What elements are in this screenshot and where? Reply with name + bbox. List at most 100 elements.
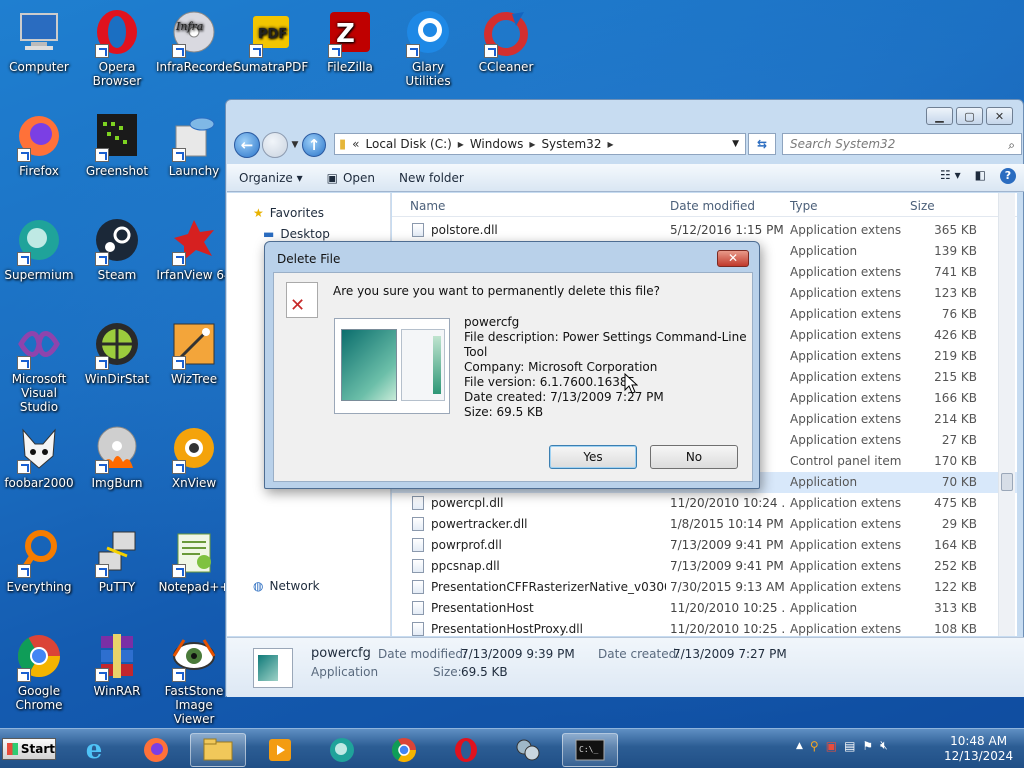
nav-favorites[interactable]: ★ Favorites [253,206,324,220]
desktop-icon-irfanview[interactable]: IrfanView 64 [156,216,232,282]
column-size[interactable]: Size [910,199,935,213]
desktop-icon-xnview[interactable]: XnView [156,424,232,490]
file-size: 76 KB [941,307,977,321]
file-row[interactable]: PresentationHostProxy.dll 11/20/2010 10:2… [392,619,1017,636]
desktop-icon-glary[interactable]: Glary Utilities [390,8,466,88]
view-options-icon[interactable]: ☷ ▾ [940,168,961,184]
taskbar-media-player[interactable] [252,733,308,767]
desktop-icon-filezilla[interactable]: Z FileZilla [312,8,388,74]
taskbar-explorer[interactable] [190,733,246,767]
file-size: 122 KB [934,580,977,594]
desktop-icon-computer[interactable]: Computer [1,8,77,74]
file-row[interactable]: powertracker.dll 1/8/2015 10:14 PM Applica… [392,514,1017,535]
nav-desktop[interactable]: ▬ Desktop [263,227,330,241]
file-row[interactable]: powrprof.dll 7/13/2009 9:41 PM Application… [392,535,1017,556]
desktop-icon-imgburn[interactable]: ImgBurn [79,424,155,490]
desktop-icon-greenshot[interactable]: Greenshot [79,112,155,178]
file-row[interactable]: PresentationCFFRasterizerNative_v0300.dl… [392,577,1017,598]
help-icon[interactable]: ? [1000,168,1016,184]
forward-button[interactable] [262,132,288,158]
desktop-icon-wiztree[interactable]: WizTree [156,320,232,386]
start-button[interactable]: Start [2,738,56,760]
desktop-icon-visual-studio[interactable]: Microsoft Visual Studio [1,320,77,414]
desktop-icon-sumatrapdf[interactable]: PDF SumatraPDF [233,8,309,74]
file-info-name: powercfg [464,315,520,329]
file-row[interactable]: PresentationHost 11/20/2010 10:25 ... Appl… [392,598,1017,619]
vertical-scrollbar[interactable] [998,193,1015,636]
breadcrumb-windows[interactable]: Windows [470,137,524,151]
system-clock[interactable]: 10:48 AM 12/13/2024 [944,734,1013,764]
close-window-button[interactable]: ✕ [986,107,1013,125]
taskbar-opera[interactable] [438,733,494,767]
taskbar-chrome[interactable] [376,733,432,767]
address-dropdown[interactable]: ▼ [732,139,739,149]
breadcrumb-local-disk[interactable]: Local Disk (C:) [366,137,452,151]
desktop-icon-notepadpp[interactable]: Notepad++ [156,528,232,594]
taskbar-network-app[interactable] [500,733,556,767]
taskbar-ie[interactable]: e [66,733,122,767]
column-type[interactable]: Type [790,199,818,213]
file-row[interactable]: polstore.dll 5/12/2016 1:15 PM Application… [392,220,1017,241]
desktop-icon-putty[interactable]: PuTTY [79,528,155,594]
column-name[interactable]: Name [410,199,445,213]
chrome-icon [15,632,63,682]
desktop-icon-firefox[interactable]: Firefox [1,112,77,178]
search-input[interactable]: Search System32 ⌕ [782,133,1022,155]
file-row[interactable]: ppcsnap.dll 7/13/2009 9:41 PM Application … [392,556,1017,577]
desktop-icon-opera[interactable]: Opera Browser [79,8,155,88]
taskbar-supermium[interactable] [314,733,370,767]
up-button[interactable]: ↑ [302,133,326,157]
desktop-icon-launchy[interactable]: Launchy [156,112,232,178]
breadcrumb-overflow[interactable]: « [352,137,359,151]
computer-icon [15,8,63,56]
chevron-right-icon[interactable]: ▸ [458,137,464,151]
breadcrumb-system32[interactable]: System32 [541,137,601,151]
chevron-right-icon[interactable]: ▸ [529,137,535,151]
desktop-icon-everything[interactable]: Everything [1,528,77,594]
back-button[interactable]: ← [234,132,260,158]
organize-button[interactable]: Organize ▾ [227,171,315,185]
minimize-button[interactable]: ▁ [926,107,953,125]
new-folder-button[interactable]: New folder [387,171,476,185]
desktop-icon-supermium[interactable]: Supermium [1,216,77,282]
chevron-right-icon[interactable]: ▸ [607,137,613,151]
security-icon[interactable]: ▣ [826,739,837,753]
taskbar-command-prompt[interactable]: C:\_ [562,733,618,767]
preview-pane-icon[interactable]: ◧ [975,168,986,184]
file-type: Application extens... [790,433,902,447]
nav-network[interactable]: ◍ Network [253,579,320,593]
maximize-button[interactable]: ▢ [956,107,983,125]
no-button[interactable]: No [650,445,738,469]
file-name: PresentationCFFRasterizerNative_v0300.dl… [431,580,666,594]
file-row[interactable]: powercpl.dll 11/20/2010 10:24 ... Applicat… [392,493,1017,514]
file-name: powercpl.dll [431,496,504,510]
recent-pages-dropdown[interactable]: ▼ [288,140,302,150]
action-center-flag-icon[interactable]: ⚑ [862,739,873,753]
show-hidden-icons-icon[interactable]: ▲ [796,741,803,751]
scrollbar-thumb[interactable] [1001,473,1013,491]
everything-icon [15,528,63,578]
volume-muted-icon[interactable]: 🔇︎ [880,738,888,753]
refresh-button[interactable]: ⇆ [748,133,776,155]
desktop-icon-label: FileZilla [327,60,373,74]
monitor-icon[interactable]: ▤ [844,739,855,753]
delete-file-dialog[interactable]: Delete File ✕ Are you sure you want to p… [264,241,760,489]
search-tool-icon[interactable]: ⚲ [810,739,819,753]
file-name: powrprof.dll [431,538,502,552]
desktop-icon-windirstat[interactable]: WinDirStat [79,320,155,386]
desktop-icon-chrome[interactable]: Google Chrome [1,632,77,712]
desktop-icon-steam[interactable]: Steam [79,216,155,282]
desktop-icon-ccleaner[interactable]: CCleaner [468,8,544,74]
desktop-icon-winrar[interactable]: WinRAR [79,632,155,698]
open-button[interactable]: ▣ Open [315,171,387,185]
taskbar-firefox[interactable] [128,733,184,767]
column-date[interactable]: Date modified [670,199,755,213]
dialog-close-button[interactable]: ✕ [717,250,749,267]
firefox-icon [144,738,168,762]
desktop-icon-infrarecorder[interactable]: Infra InfraRecorder [156,8,237,74]
desktop-icon-foobar[interactable]: foobar2000 [1,424,77,490]
yes-button[interactable]: Yes [549,445,637,469]
address-bar[interactable]: ▮ « Local Disk (C:) ▸ Windows ▸ System32… [334,133,746,155]
nav-favorites-label: Favorites [269,206,324,220]
desktop-icon-faststone[interactable]: FastStone Image Viewer [156,632,232,726]
